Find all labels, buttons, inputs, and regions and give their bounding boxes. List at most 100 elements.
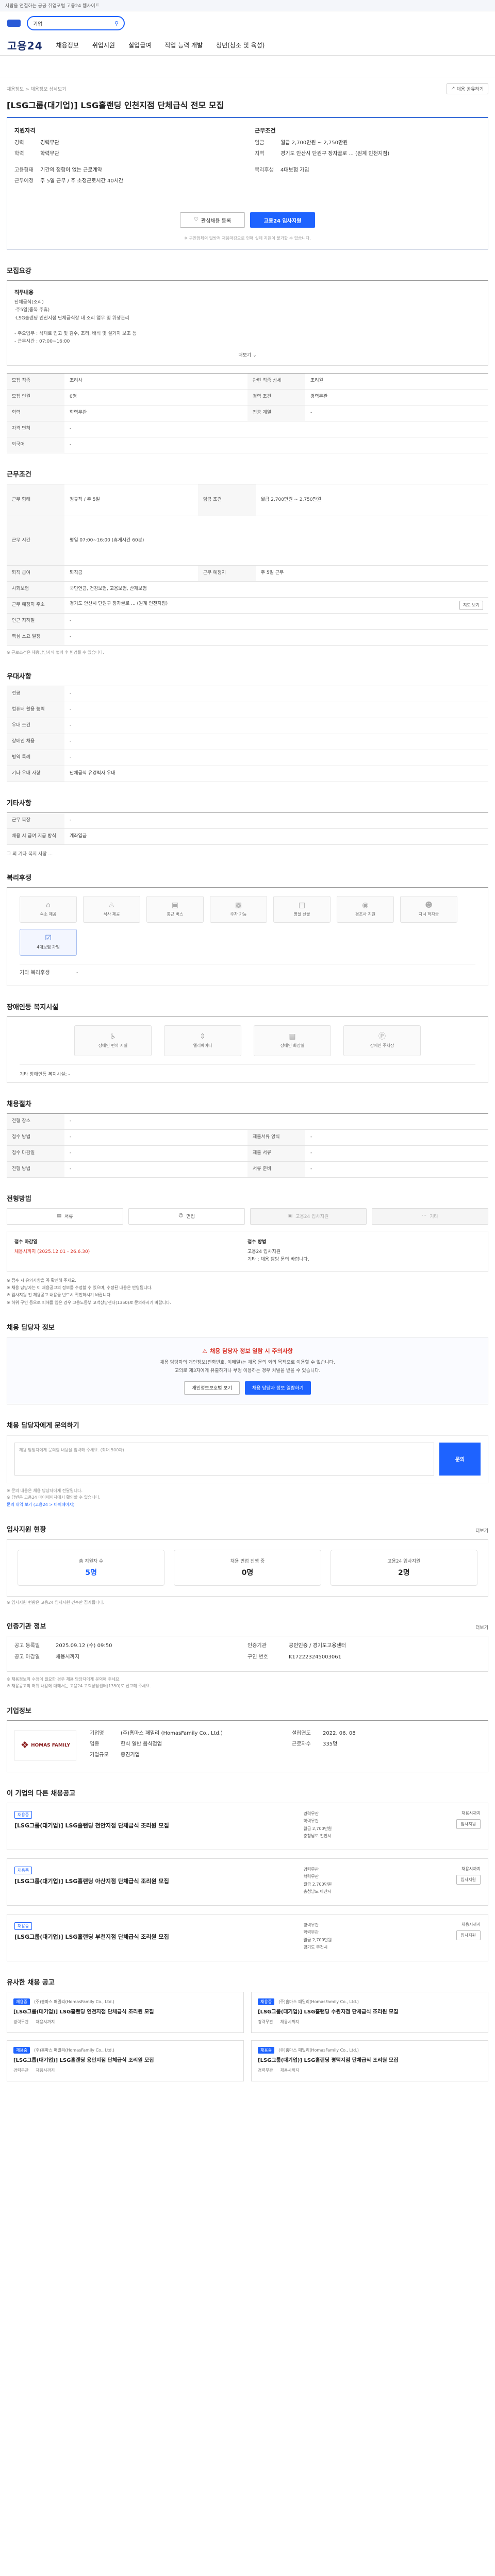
related-apply-button[interactable]: 입사지원 xyxy=(456,1930,481,1940)
method-deadline: 접수 마감일 채용시까지 (2025.12.01 - 26.6.30) xyxy=(14,1239,248,1264)
similar-job-title[interactable]: [LSG그룹(대기업)] LSG홀랜딩 수원지점 단체급식 조리원 모집 xyxy=(258,2008,482,2016)
stat-card: 채용 면접 진행 중 0명 xyxy=(174,1549,321,1586)
table-row: 기타 우대 사항 단체급식 유경력자 우대 xyxy=(7,766,488,782)
table-value: - xyxy=(64,437,488,453)
benefit-card: ▣ 통근 버스 xyxy=(146,895,204,923)
similar-job-top: 채용중 (주)홈마스 패밀리(HomasFamily Co., Ltd.) xyxy=(258,2046,482,2054)
privacy-law-button[interactable]: 개인정보보호법 보기 xyxy=(184,1381,240,1395)
summary-key: 복리후생 xyxy=(255,167,274,173)
bullet-item: ※ 허위 구인 등으로 피해를 입은 경우 고용노동부 고객상담센터(1350)… xyxy=(7,1300,171,1305)
similar-job-title[interactable]: [LSG그룹(대기업)] LSG홀랜딩 평택지점 단체급식 조리원 모집 xyxy=(258,2057,482,2064)
stat-label: 고용24 입사지원 xyxy=(387,1559,421,1565)
nav-item-training[interactable]: 직업 능력 개발 xyxy=(164,41,203,49)
table-key: 모집 직종 xyxy=(7,373,64,389)
inquiry-submit-button[interactable]: 문의 xyxy=(439,1442,481,1476)
related-job-main: 채용중 [LSG그룹(대기업)] LSG홀랜딩 부천지점 단체급식 조리원 모집 xyxy=(14,1922,294,1954)
table-row: 전형 방법 - 서류 준비 - xyxy=(7,1161,488,1178)
similar-job-title[interactable]: [LSG그룹(대기업)] LSG홀랜딩 인천지점 단체급식 조리원 모집 xyxy=(13,2008,237,2016)
save-job-button[interactable]: ♡ 관심채용 등록 xyxy=(180,212,245,228)
similar-company: (주)홈마스 패밀리(HomasFamily Co., Ltd.) xyxy=(278,2047,359,2053)
stat-value: 5명 xyxy=(85,1569,97,1578)
inquiry-history-link[interactable]: 문의 내역 보기 (고용24 > 마이페이지) xyxy=(7,1501,488,1509)
table-value: - xyxy=(64,734,488,750)
summary-buttons: ♡ 관심채용 등록 고용24 입사지원 xyxy=(7,212,488,228)
nav-item-jobs[interactable]: 채용정보 xyxy=(56,41,79,49)
meal-icon: ♨ xyxy=(108,901,115,909)
more-button[interactable]: 더보기 ⌄ xyxy=(14,351,481,358)
info-more-link[interactable]: 더보기 xyxy=(475,1624,488,1631)
search-input[interactable]: 기업 ⚲ xyxy=(27,16,125,30)
related-job-card[interactable]: 채용중 [LSG그룹(대기업)] LSG홀랜딩 천안지점 단체급식 조리원 모집 … xyxy=(7,1802,488,1850)
share-button[interactable]: ↗ 채용 공유하기 xyxy=(446,83,488,94)
related-info-item: 월급 2,700만원 xyxy=(303,1882,332,1887)
search-input-value: 기업 xyxy=(33,21,43,27)
similar-job-title[interactable]: [LSG그룹(대기업)] LSG홀랜딩 용인지점 단체급식 조리원 모집 xyxy=(13,2057,237,2064)
company-key: 기업명 xyxy=(90,1730,104,1736)
related-deadline: 채용시까지 xyxy=(461,1810,481,1816)
section-title-method: 전형방법 xyxy=(7,1195,31,1203)
benefit-card: ☻ 자녀 학자금 xyxy=(400,895,457,923)
company-left: 기업명 (주)홈마스 패밀리 (HomasFamily Co., Ltd.) 업종… xyxy=(90,1730,278,1762)
view-contact-button[interactable]: 채용 담당자 정보 열람하기 xyxy=(244,1381,311,1395)
related-info-item: 경력무관 xyxy=(303,1867,319,1872)
apply-button[interactable]: 고용24 입사지원 xyxy=(250,212,315,228)
recruit-table: 모집 직종 조리사 관련 직종 상세 조리원 모집 인원 0명 경력 조건 경력무관 학력 학… xyxy=(7,372,488,453)
method-step-label: 서류 xyxy=(64,1214,73,1220)
info-right: 인증기관 공인인증 / 경기도고용센터 구인 번호 K172223245003061 xyxy=(248,1642,481,1665)
benefit-label: 자녀 학자금 xyxy=(418,911,439,917)
etc-note: 그 외 기타 복지 사항 ... xyxy=(7,851,53,857)
section-title-company: 기업정보 xyxy=(7,1707,31,1715)
inquiry-textarea[interactable]: 채용 담당자에게 문의할 내용을 입력해 주세요. (최대 500자) xyxy=(14,1442,434,1476)
benefit-card: ▩ 주차 가능 xyxy=(210,895,267,923)
similar-job-card[interactable]: 채용중 (주)홈마스 패밀리(HomasFamily Co., Ltd.) [LS… xyxy=(251,1991,488,2033)
company-logo-text: HOMAS FAMILY xyxy=(31,1742,71,1748)
stats-more-link[interactable]: 더보기 xyxy=(475,1527,488,1534)
info-head: 인증기관 정보 더보기 xyxy=(7,1621,488,1631)
table-value: - xyxy=(64,613,488,630)
more-label: 더보기 xyxy=(238,352,252,358)
benefit-label: 식사 제공 xyxy=(103,911,120,917)
related-job-card[interactable]: 채용중 [LSG그룹(대기업)] LSG홀랜딩 부천지점 단체급식 조리원 모집 … xyxy=(7,1913,488,1961)
summary-left: 지원자격 경력 경력무관 학력 학력무관 고용형태 기간의 정함이 없는 근로계약 근… xyxy=(7,118,248,249)
monitor-icon: ▣ xyxy=(288,1213,293,1219)
related-apply-button[interactable]: 입사지원 xyxy=(456,1874,481,1885)
save-job-label: 관심채용 등록 xyxy=(201,218,232,224)
related-job-title[interactable]: [LSG그룹(대기업)] LSG홀랜딩 부천지점 단체급식 조리원 모집 xyxy=(14,1933,294,1942)
table-key: 우대 조건 xyxy=(7,718,64,734)
summary-key: 근무예정 xyxy=(14,178,34,184)
company-value: 335명 xyxy=(323,1741,338,1747)
search-icon[interactable]: ⚲ xyxy=(114,21,119,26)
summary-value: 월급 2,700만원 ~ 2,750만원 xyxy=(280,140,348,146)
related-info-item: 경력무관 xyxy=(303,1922,319,1927)
benefit-card: ▤ 명절 선물 xyxy=(273,895,331,923)
similar-company: (주)홈마스 패밀리(HomasFamily Co., Ltd.) xyxy=(34,2047,114,2053)
nav-item-support[interactable]: 취업지원 xyxy=(92,41,115,49)
info-value: 공인인증 / 경기도고용센터 xyxy=(289,1642,346,1649)
table-key: 근무 예정지 주소 xyxy=(7,597,64,614)
summary-value: 4대보험 가입 xyxy=(280,167,309,173)
similar-job-card[interactable]: 채용중 (주)홈마스 패밀리(HomasFamily Co., Ltd.) [LS… xyxy=(7,2040,244,2081)
info-key: 공고 마감일 xyxy=(14,1654,40,1660)
table-key: 근무 형태 xyxy=(7,484,64,516)
related-job-title[interactable]: [LSG그룹(대기업)] LSG홀랜딩 아산지점 단체급식 조리원 모집 xyxy=(14,1877,294,1886)
map-button[interactable]: 지도 보기 xyxy=(459,600,483,610)
site-logo[interactable] xyxy=(7,20,21,27)
benefit-label: 경조사 지원 xyxy=(355,911,376,917)
nav-item-benefit[interactable]: 실업급여 xyxy=(128,41,151,49)
brand-title[interactable]: 고용24 xyxy=(7,38,43,53)
warning-title-text: 채용 담당자 정보 열람 시 주의사항 xyxy=(210,1348,293,1355)
related-job-title[interactable]: [LSG그룹(대기업)] LSG홀랜딩 천안지점 단체급식 조리원 모집 xyxy=(14,1822,294,1831)
stats-box: 총 지원자 수 5명 채용 면접 진행 중 0명 고용24 입사지원 2명 xyxy=(7,1538,488,1597)
nav-item-youth[interactable]: 청년(청조 및 육성) xyxy=(216,41,265,49)
address-text: 경기도 안산시 단원구 장자골로 ... (원계 인천지점) xyxy=(70,601,168,606)
related-job-main: 채용중 [LSG그룹(대기업)] LSG홀랜딩 아산지점 단체급식 조리원 모집 xyxy=(14,1866,294,1898)
similar-job-card[interactable]: 채용중 (주)홈마스 패밀리(HomasFamily Co., Ltd.) [LS… xyxy=(7,1991,244,2033)
related-apply-button[interactable]: 입사지원 xyxy=(456,1819,481,1829)
table-value: - xyxy=(64,1145,248,1162)
similar-meta-item: 채용시까지 xyxy=(36,2019,55,2024)
similar-job-card[interactable]: 채용중 (주)홈마스 패밀리(HomasFamily Co., Ltd.) [LS… xyxy=(251,2040,488,2081)
table-key: 외국어 xyxy=(7,437,64,453)
related-job-card[interactable]: 채용중 [LSG그룹(대기업)] LSG홀랜딩 아산지점 단체급식 조리원 모집 … xyxy=(7,1858,488,1906)
facility-card: ▤ 장애인 화장실 xyxy=(254,1025,331,1056)
status-badge: 채용중 xyxy=(13,2046,30,2054)
